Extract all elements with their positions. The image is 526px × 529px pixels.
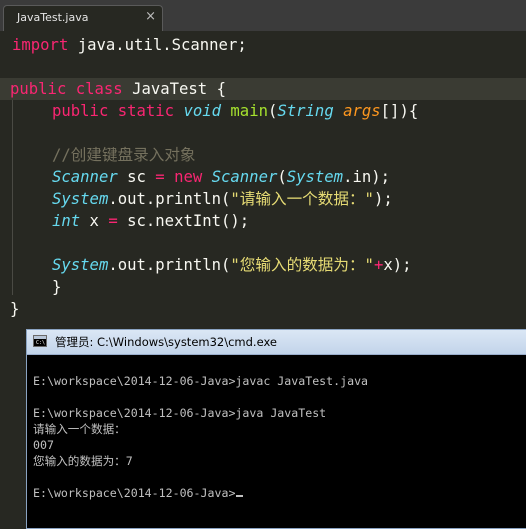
- code-line-7: Scanner sc = new Scanner(System.in);: [52, 168, 391, 186]
- console-prompt-line: E:\workspace\2014-12-06-Java>: [33, 486, 244, 501]
- console-line: E:\workspace\2014-12-06-Java>javac JavaT…: [33, 374, 369, 388]
- console-line: E:\workspace\2014-12-06-Java>java JavaTe…: [33, 406, 327, 420]
- console-line: 007: [33, 438, 54, 452]
- console-output[interactable]: E:\workspace\2014-12-06-Java>javac JavaT…: [33, 355, 526, 528]
- close-icon[interactable]: ×: [145, 9, 156, 24]
- cmd-window-title: 管理员: C:\Windows\system32\cmd.exe: [55, 335, 277, 349]
- tab-label: JavaTest.java: [17, 11, 89, 24]
- cmd-window[interactable]: C:\ 管理员: C:\Windows\system32\cmd.exe E:\…: [26, 329, 526, 529]
- code-line-6: //创建键盘录入对象: [52, 146, 196, 164]
- console-line: 请输入一个数据：: [33, 422, 126, 436]
- code-line-8: System.out.println("请输入一个数据：");: [52, 190, 393, 208]
- console-icon: C:\: [33, 335, 47, 347]
- code-line-12: }: [52, 278, 62, 296]
- text-cursor: [236, 495, 244, 497]
- tab-javatest-java[interactable]: JavaTest.java ×: [3, 5, 163, 31]
- code-line-9: int x = sc.nextInt();: [52, 212, 250, 230]
- code-line-4: public static void main(String args[]){: [52, 102, 419, 120]
- code-line-3: public class JavaTest {: [0, 78, 526, 100]
- console-prompt: E:\workspace\2014-12-06-Java>: [33, 486, 236, 500]
- code-line-11: System.out.println("您输入的数据为："+x);: [52, 256, 412, 274]
- editor-tab-bar: JavaTest.java ×: [0, 0, 526, 31]
- cmd-titlebar[interactable]: C:\ 管理员: C:\Windows\system32\cmd.exe: [27, 330, 526, 355]
- code-editor[interactable]: import java.util.Scanner; public class J…: [0, 31, 526, 321]
- console-line: 您输入的数据为：7: [33, 454, 133, 468]
- code-line-13: }: [10, 300, 20, 318]
- code-line-1: import java.util.Scanner;: [12, 36, 247, 54]
